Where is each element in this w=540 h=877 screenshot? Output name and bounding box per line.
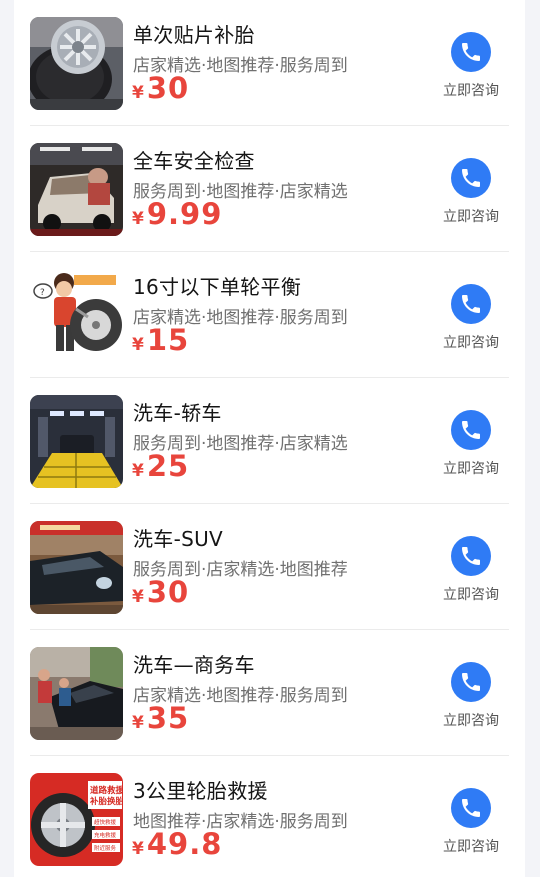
price-amount: 25 [146,449,190,483]
price-amount: 15 [146,323,190,357]
phone-icon [451,536,491,576]
consult-label: 立即咨询 [443,83,499,99]
currency-symbol: ¥ [132,839,144,859]
phone-icon [451,662,491,702]
currency-symbol: ¥ [132,587,144,607]
consult-button[interactable]: 立即咨询 [438,662,504,742]
service-item[interactable]: 洗车—商务车 店家精选·地图推荐·服务周到 ¥35 立即咨询 [14,630,525,756]
service-title: 洗车-SUV [133,527,224,551]
service-price: ¥9.99 [132,197,222,231]
service-list: 单次贴片补胎 店家精选·地图推荐·服务周到 ¥30 立即咨询 全车安全检查 服务… [14,0,525,877]
poster-headline-1: 道路救援 [90,785,123,796]
service-title: 3公里轮胎救援 [133,779,268,803]
consult-button[interactable]: 立即咨询 [438,284,504,364]
service-item[interactable]: 全车安全检查 服务周到·地图推荐·店家精选 ¥9.99 立即咨询 [14,126,525,252]
consult-label: 立即咨询 [443,461,499,477]
service-title: 16寸以下单轮平衡 [133,275,302,299]
consult-label: 立即咨询 [443,209,499,225]
service-price: ¥30 [132,575,189,609]
currency-symbol: ¥ [132,713,144,733]
consult-button[interactable]: 立即咨询 [438,788,504,868]
service-item[interactable]: ? 16寸以下单轮平衡 店家精选·地图推荐·服务周到 ¥15 立即咨询 [14,252,525,378]
price-amount: 30 [146,575,190,609]
wheel-balance-cartoon: ? [30,269,123,362]
suv-wash-photo [30,521,123,614]
service-item[interactable]: 洗车-SUV 服务周到·店家精选·地图推荐 ¥30 立即咨询 [14,504,525,630]
service-item[interactable]: 道路救援 补胎换胎 超快救援 充电救援 附近服务 3公里轮胎救援 地图推荐·店家… [14,756,525,877]
consult-label: 立即咨询 [443,335,499,351]
poster-chip-3: 附近服务 [94,844,117,852]
service-price: ¥30 [132,71,189,105]
service-title: 全车安全检查 [133,149,255,173]
consult-label: 立即咨询 [443,713,499,729]
price-amount: 30 [146,71,190,105]
price-amount: 49.8 [146,827,223,861]
business-car-wash-photo [30,647,123,740]
consult-button[interactable]: 立即咨询 [438,410,504,490]
currency-symbol: ¥ [132,83,144,103]
service-price: ¥25 [132,449,189,483]
service-title: 洗车-轿车 [133,401,222,425]
phone-icon [451,788,491,828]
consult-button[interactable]: 立即咨询 [438,158,504,238]
phone-icon [451,32,491,72]
consult-label: 立即咨询 [443,839,499,855]
service-price: ¥35 [132,701,189,735]
consult-label: 立即咨询 [443,587,499,603]
price-amount: 9.99 [146,197,223,231]
currency-symbol: ¥ [132,461,144,481]
service-item[interactable]: 洗车-轿车 服务周到·地图推荐·店家精选 ¥25 立即咨询 [14,378,525,504]
poster-chip-2: 充电救援 [94,831,117,839]
car-inspection-photo [30,143,123,236]
tire-rescue-poster: 道路救援 补胎换胎 超快救援 充电救援 附近服务 [30,773,123,866]
currency-symbol: ¥ [132,335,144,355]
consult-button[interactable]: 立即咨询 [438,32,504,112]
svg-text:?: ? [40,288,45,298]
phone-icon [451,158,491,198]
service-item[interactable]: 单次贴片补胎 店家精选·地图推荐·服务周到 ¥30 立即咨询 [14,0,525,126]
poster-headline-2: 补胎换胎 [89,796,123,807]
tire-wheel-photo [30,17,123,110]
consult-button[interactable]: 立即咨询 [438,536,504,616]
service-title: 单次贴片补胎 [133,23,255,47]
service-price: ¥49.8 [132,827,222,861]
currency-symbol: ¥ [132,209,144,229]
phone-icon [451,284,491,324]
poster-chip-1: 超快救援 [94,818,117,826]
service-title: 洗车—商务车 [133,653,255,677]
service-price: ¥15 [132,323,189,357]
price-amount: 35 [146,701,190,735]
car-wash-bay-photo [30,395,123,488]
phone-icon [451,410,491,450]
